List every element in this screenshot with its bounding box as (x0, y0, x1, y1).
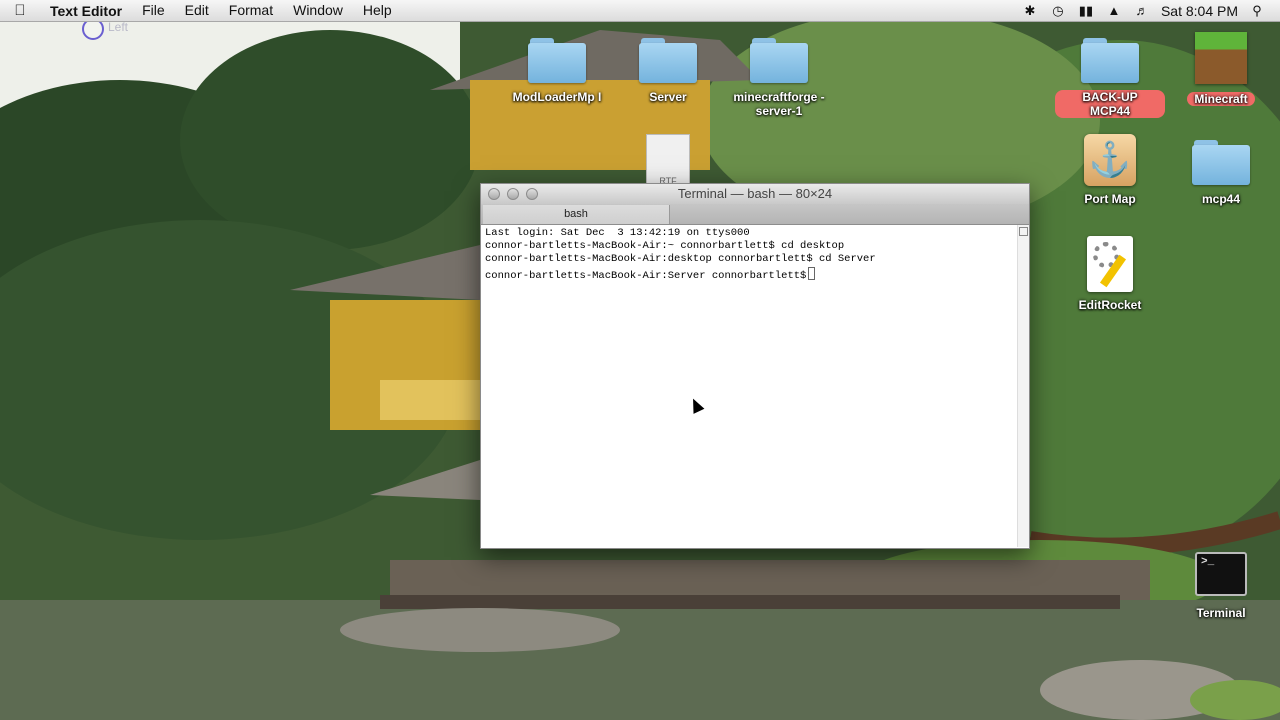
zoom-button[interactable] (526, 188, 538, 200)
menu-help[interactable]: Help (353, 0, 402, 21)
desktop-icon-minecraft[interactable]: Minecraft (1166, 32, 1276, 106)
bluetooth-icon[interactable]: ✱ (1021, 3, 1039, 18)
desktop-icon-label: Port Map (1084, 192, 1136, 206)
folder-icon (1192, 140, 1250, 186)
desktop-icon-backup-mcp44[interactable]: BACK-UP MCP44 (1055, 38, 1165, 118)
search-icon[interactable]: ⚲ (1248, 3, 1266, 18)
tab-bash[interactable]: bash (483, 205, 670, 224)
desktop-icon-minecraftforge-server[interactable]: minecraftforge -server-1 (724, 38, 834, 118)
battery-icon[interactable]: ▮▮ (1077, 3, 1095, 18)
desktop-icon-label: Server (649, 90, 687, 104)
folder-icon (639, 38, 697, 84)
desktop-icon-label: EditRocket (1078, 298, 1142, 312)
time-machine-icon[interactable]: ◷ (1049, 3, 1067, 18)
menu-edit[interactable]: Edit (175, 0, 219, 21)
editrocket-icon (1087, 236, 1133, 292)
menu-clock[interactable]: Sat 8:04 PM (1161, 3, 1238, 19)
terminal-tab-bar: bash (481, 204, 1029, 225)
desktop-icon-label: BACK-UP MCP44 (1055, 90, 1165, 118)
folder-icon (1081, 38, 1139, 84)
click-indicator-label: Left (108, 20, 129, 34)
desktop-icon-terminal[interactable]: >_ Terminal (1166, 552, 1276, 620)
console-line: Last login: Sat Dec 3 13:42:19 on ttys00… (485, 227, 750, 239)
volume-icon[interactable]: ♬ (1133, 3, 1151, 18)
console-line: connor-bartletts-MacBook-Air:Server conn… (485, 269, 807, 282)
apple-icon[interactable]:  (0, 2, 40, 19)
rtf-document-icon[interactable]: RTF (646, 134, 690, 188)
text-cursor-icon (808, 266, 816, 280)
minimize-button[interactable] (507, 188, 519, 200)
desktop-icon-server[interactable]: Server (613, 38, 723, 104)
desktop-icon-label: Terminal (1196, 606, 1246, 620)
anchor-icon: ⚓ (1084, 134, 1136, 186)
console-line: connor-bartletts-MacBook-Air:~ connorbar… (485, 240, 845, 253)
menu-window[interactable]: Window (283, 0, 353, 21)
scroll-button[interactable] (1019, 227, 1028, 236)
desktop-icon-label: mcp44 (1201, 192, 1241, 206)
menu-app-name[interactable]: Text Editor (40, 3, 132, 19)
window-controls (488, 188, 538, 200)
close-button[interactable] (488, 188, 500, 200)
folder-icon (528, 38, 586, 84)
desktop-icon-mcp44[interactable]: mcp44 (1166, 140, 1276, 206)
folder-icon (750, 38, 808, 84)
terminal-title: Terminal — bash — 80×24 (677, 186, 833, 201)
menu-bar:  Text Editor File Edit Format Window He… (0, 0, 1280, 22)
menu-file[interactable]: File (132, 0, 175, 21)
desktop-icon-editrocket[interactable]: EditRocket (1055, 236, 1165, 312)
desktop-icon-port-map[interactable]: ⚓ Port Map (1055, 134, 1165, 206)
menu-format[interactable]: Format (219, 0, 283, 21)
terminal-window: Terminal — bash — 80×24 bash Last login:… (480, 183, 1030, 549)
terminal-app-icon: >_ (1195, 552, 1247, 596)
desktop-icon-label: ModLoaderMp I (512, 90, 602, 104)
console-line: connor-bartletts-MacBook-Air:desktop con… (485, 253, 876, 266)
terminal-console[interactable]: Last login: Sat Dec 3 13:42:19 on ttys00… (481, 225, 1017, 547)
wifi-icon[interactable]: ▲ (1105, 3, 1123, 18)
status-area: ✱ ◷ ▮▮ ▲ ♬ Sat 8:04 PM ⚲ (1021, 3, 1280, 19)
desktop-icon-modloadermp[interactable]: ModLoaderMp I (502, 38, 612, 104)
desktop-icon-label: Minecraft (1187, 92, 1255, 106)
desktop-icon-label: minecraftforge -server-1 (733, 90, 825, 118)
minecraft-grass-block-icon (1195, 32, 1247, 84)
terminal-scrollbar[interactable] (1017, 225, 1029, 547)
terminal-titlebar[interactable]: Terminal — bash — 80×24 (481, 184, 1029, 204)
